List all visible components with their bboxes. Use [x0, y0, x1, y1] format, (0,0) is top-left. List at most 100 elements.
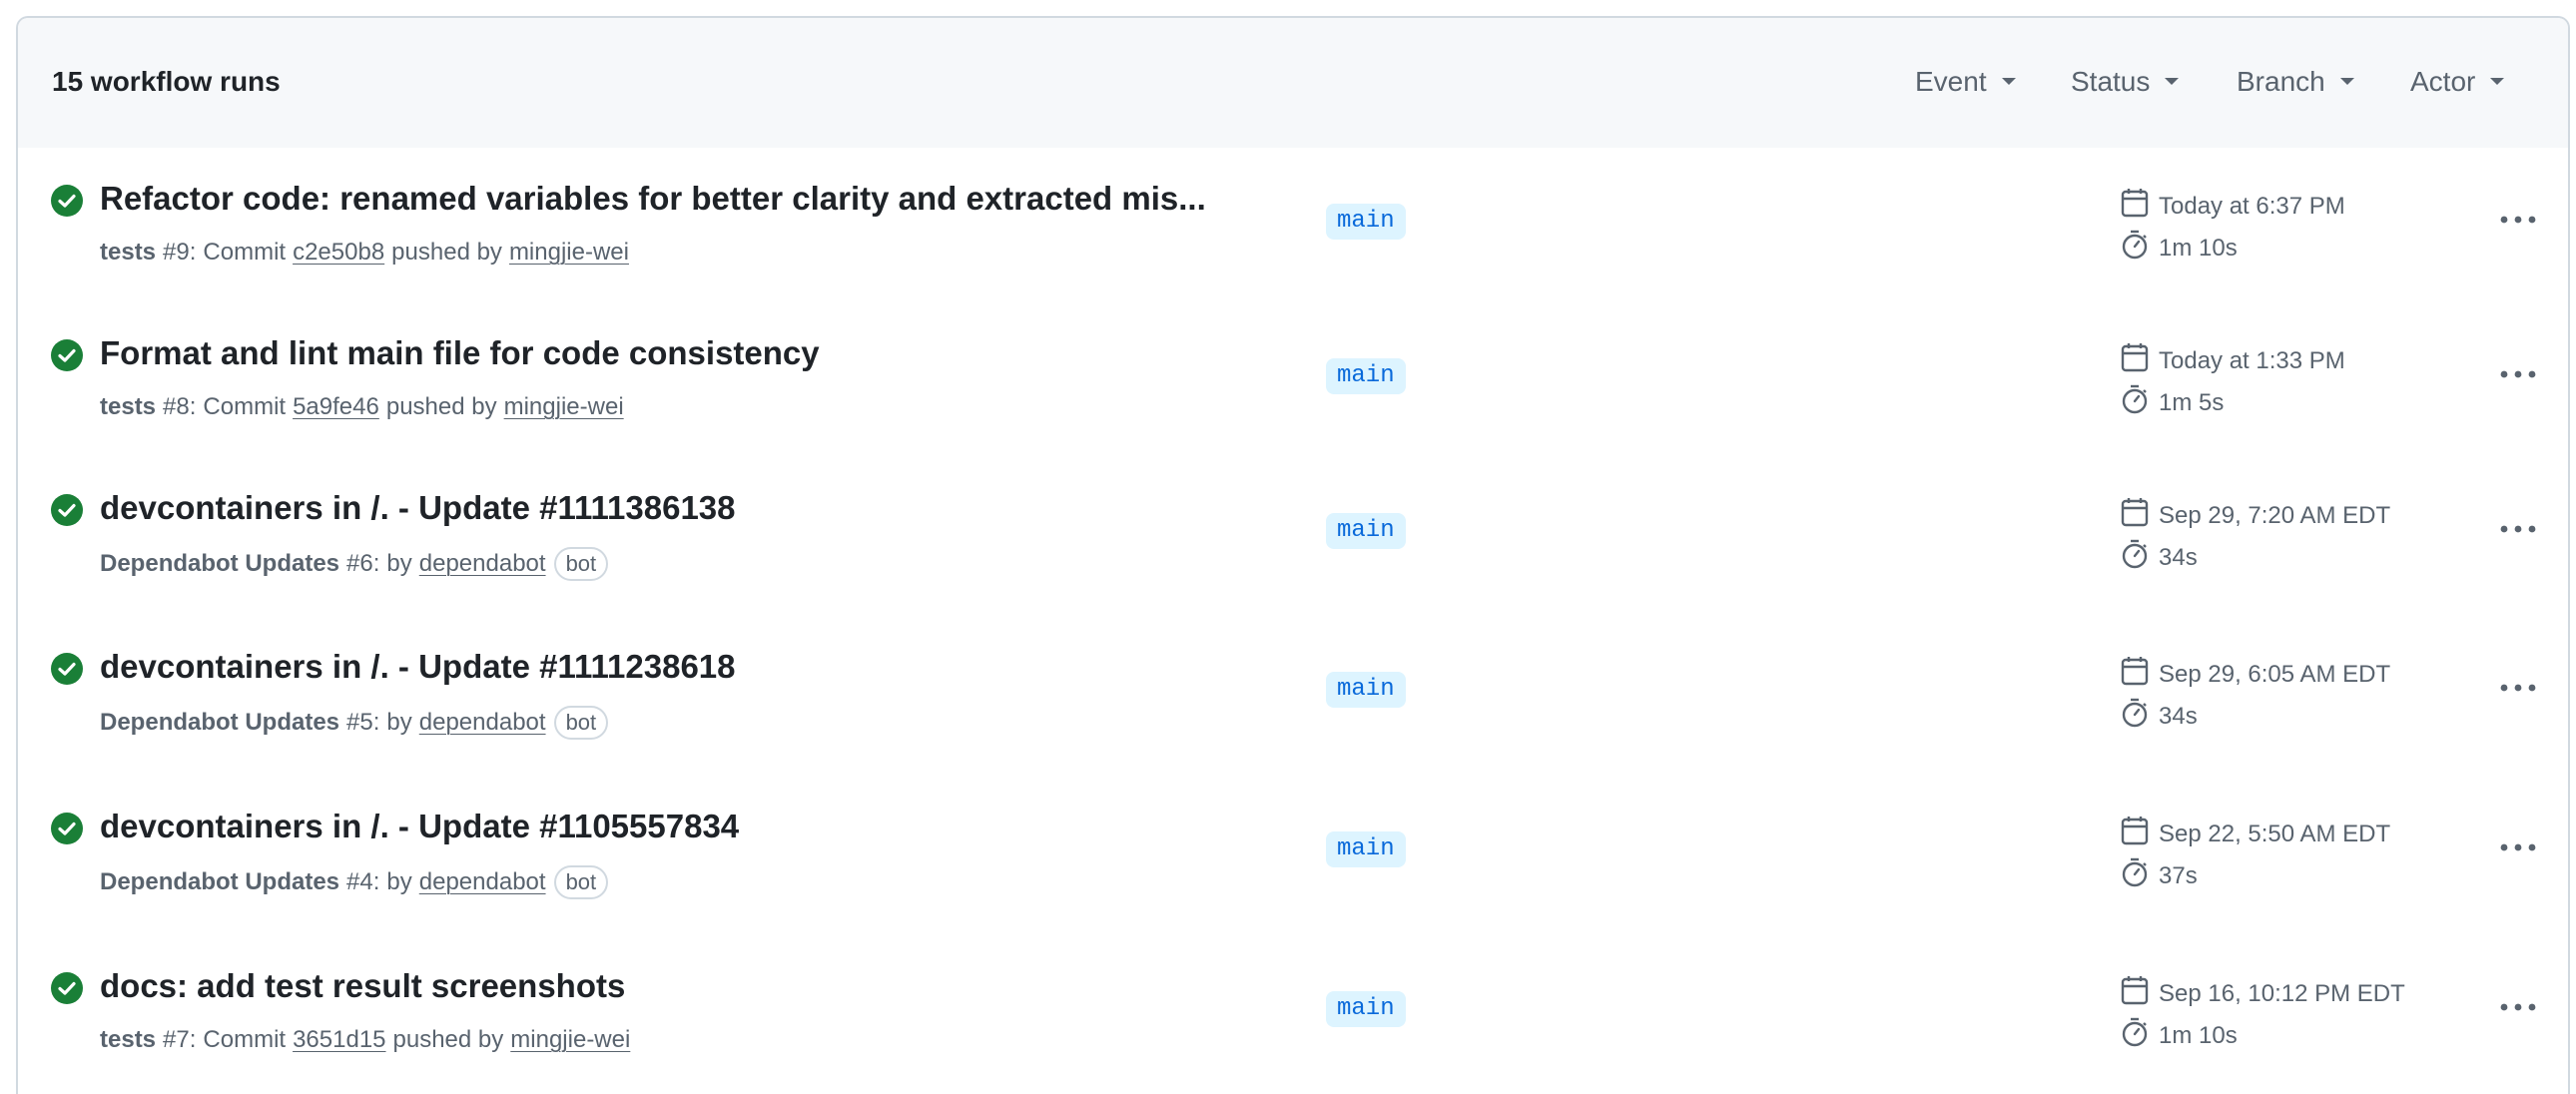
run-duration: 37s [2121, 857, 2198, 894]
check-circle-fill-icon [51, 972, 83, 1004]
status-filter-label: Status [2071, 66, 2151, 97]
workflow-run-row[interactable]: devcontainers in /. - Update #1111238618… [18, 616, 2568, 778]
workflow-run-row[interactable]: Refactor code: renamed variables for bet… [18, 148, 2568, 304]
kebab-horizontal-icon[interactable] [2498, 212, 2538, 228]
run-title-link[interactable]: docs: add test result screenshots [100, 966, 625, 1006]
trigger-label: Commit [203, 1026, 287, 1053]
runs-count: 15 workflow runs [52, 66, 281, 97]
run-date-text: Sep 16, 10:12 PM EDT [2159, 979, 2405, 1007]
branch-label[interactable]: main [1326, 204, 1406, 240]
commit-link[interactable]: c2e50b8 [293, 238, 384, 268]
run-date-text: Sep 29, 7:20 AM EDT [2159, 501, 2391, 529]
run-number: #5 [346, 709, 373, 736]
run-date: Sep 29, 7:20 AM EDT [2121, 497, 2390, 534]
bot-badge: bot [553, 547, 609, 581]
workflow-runs-panel: 15 workflow runs Event Status Branch Act… [16, 16, 2570, 1094]
event-filter-button[interactable]: Event [1915, 65, 2017, 99]
triangle-down-icon [2001, 77, 2017, 87]
actor-link[interactable]: dependabot [419, 549, 546, 579]
run-duration-text: 1m 10s [2159, 1021, 2238, 1049]
actor-link[interactable]: dependabot [419, 708, 546, 738]
branch-label[interactable]: main [1326, 672, 1406, 708]
calendar-icon [2121, 816, 2159, 852]
run-date: Today at 1:33 PM [2121, 342, 2345, 379]
workflow-run-row[interactable]: Format and lint main file for code consi… [18, 302, 2568, 459]
run-number: #6 [346, 550, 373, 577]
run-date: Sep 29, 6:05 AM EDT [2121, 656, 2390, 693]
workflow-name: tests [100, 1026, 157, 1053]
workflow-name: Dependabot Updates [100, 550, 340, 577]
run-date: Today at 6:37 PM [2121, 188, 2345, 225]
run-meta: Dependabot Updates #5: by dependabot bot [100, 706, 609, 740]
run-duration: 1m 10s [2121, 1017, 2238, 1054]
run-number: #8 [163, 393, 190, 420]
check-circle-fill-icon [51, 185, 83, 217]
stopwatch-icon [2121, 857, 2159, 894]
event-filter-label: Event [1915, 66, 1987, 97]
stopwatch-icon [2121, 1017, 2159, 1054]
bot-badge: bot [553, 865, 609, 899]
run-meta: tests #7: Commit 3651d15 pushed by mingj… [100, 1025, 631, 1055]
kebab-horizontal-icon[interactable] [2498, 839, 2538, 855]
branch-label[interactable]: main [1326, 831, 1406, 867]
triangle-down-icon [2339, 77, 2355, 87]
run-title-link[interactable]: devcontainers in /. - Update #1111386138 [100, 488, 736, 528]
check-circle-fill-icon [51, 653, 83, 685]
run-date: Sep 22, 5:50 AM EDT [2121, 816, 2390, 852]
check-circle-fill-icon [51, 339, 83, 371]
stopwatch-icon [2121, 230, 2159, 267]
run-duration: 1m 5s [2121, 384, 2224, 421]
run-number: #9 [163, 239, 190, 266]
run-date-text: Sep 22, 5:50 AM EDT [2159, 820, 2391, 847]
run-date-text: Today at 6:37 PM [2159, 192, 2345, 220]
run-duration-text: 1m 10s [2159, 234, 2238, 262]
status-filter-button[interactable]: Status [2071, 65, 2180, 99]
branch-label[interactable]: main [1326, 991, 1406, 1027]
workflow-run-row[interactable]: docs: add test result screenshots tests … [18, 935, 2568, 1094]
kebab-horizontal-icon[interactable] [2498, 521, 2538, 537]
run-duration: 1m 10s [2121, 230, 2238, 267]
workflow-name: Dependabot Updates [100, 709, 340, 736]
calendar-icon [2121, 975, 2159, 1012]
actor-filter-button[interactable]: Actor [2410, 65, 2505, 99]
run-duration-text: 34s [2159, 702, 2198, 730]
workflow-run-row[interactable]: devcontainers in /. - Update #1105557834… [18, 776, 2568, 937]
run-duration-text: 37s [2159, 861, 2198, 889]
action-label: by [386, 550, 412, 577]
branch-label[interactable]: main [1326, 513, 1406, 549]
action-label: pushed by [385, 393, 497, 420]
run-meta: Dependabot Updates #4: by dependabot bot [100, 865, 609, 899]
calendar-icon [2121, 656, 2159, 693]
run-title-link[interactable]: Format and lint main file for code consi… [100, 333, 820, 373]
kebab-horizontal-icon[interactable] [2498, 680, 2538, 696]
run-title-link[interactable]: devcontainers in /. - Update #1105557834 [100, 807, 739, 846]
branch-filter-button[interactable]: Branch [2237, 65, 2355, 99]
actor-link[interactable]: mingjie-wei [510, 1025, 630, 1055]
check-circle-fill-icon [51, 494, 83, 526]
commit-link[interactable]: 3651d15 [293, 1025, 385, 1055]
run-date-text: Today at 1:33 PM [2159, 346, 2345, 374]
actor-link[interactable]: dependabot [419, 867, 546, 897]
run-title-link[interactable]: Refactor code: renamed variables for bet… [100, 179, 1206, 219]
commit-link[interactable]: 5a9fe46 [293, 392, 379, 422]
trigger-label: Commit [203, 393, 287, 420]
run-date-text: Sep 29, 6:05 AM EDT [2159, 660, 2391, 688]
bot-badge: bot [553, 706, 609, 740]
actor-link[interactable]: mingjie-wei [504, 392, 624, 422]
kebab-horizontal-icon[interactable] [2498, 999, 2538, 1015]
branch-label[interactable]: main [1326, 358, 1406, 394]
stopwatch-icon [2121, 698, 2159, 735]
triangle-down-icon [2164, 77, 2180, 87]
run-meta: tests #8: Commit 5a9fe46 pushed by mingj… [100, 392, 624, 422]
workflow-run-row[interactable]: devcontainers in /. - Update #1111386138… [18, 457, 2568, 618]
workflow-name: tests [100, 239, 157, 266]
run-meta: Dependabot Updates #6: by dependabot bot [100, 547, 609, 581]
action-label: pushed by [391, 239, 502, 266]
calendar-icon [2121, 188, 2159, 225]
calendar-icon [2121, 497, 2159, 534]
run-title-link[interactable]: devcontainers in /. - Update #1111238618 [100, 647, 736, 687]
actor-link[interactable]: mingjie-wei [509, 238, 629, 268]
run-duration: 34s [2121, 698, 2198, 735]
kebab-horizontal-icon[interactable] [2498, 366, 2538, 382]
run-number: #7 [163, 1026, 190, 1053]
